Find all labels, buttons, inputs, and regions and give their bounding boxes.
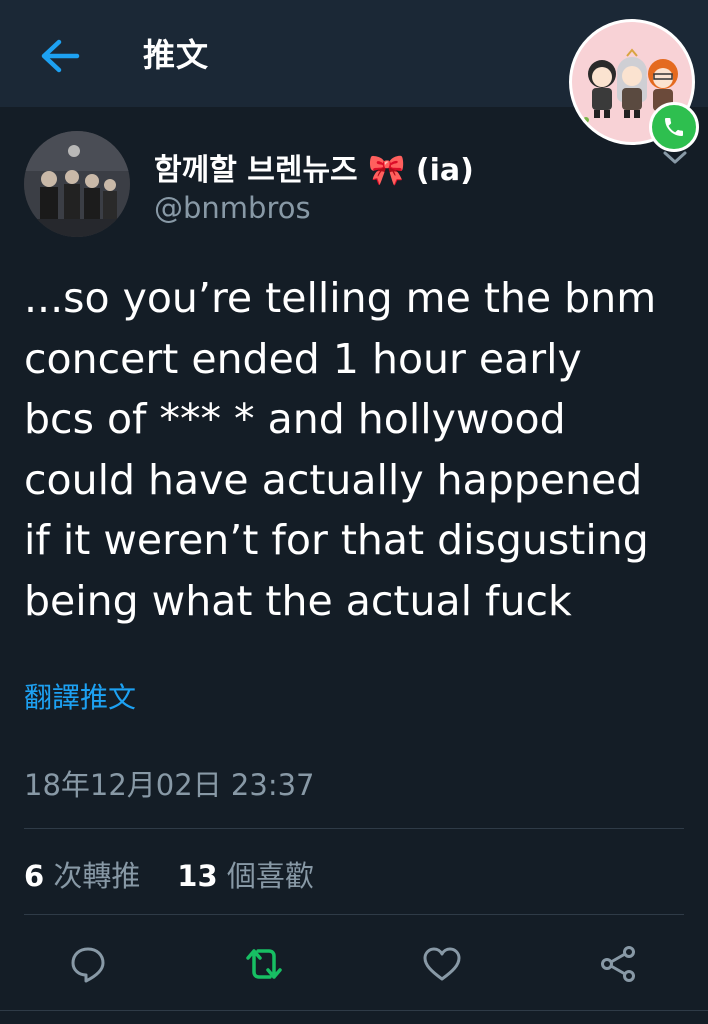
- divider: [24, 828, 684, 829]
- share-icon: [601, 946, 635, 982]
- tweet-stats: 6 次轉推 13 個喜歡: [24, 853, 314, 895]
- like-button[interactable]: [414, 936, 470, 992]
- reply-icon: [71, 947, 105, 983]
- call-badge[interactable]: [649, 102, 699, 152]
- retweet-label[interactable]: 次轉推: [53, 859, 140, 893]
- tweet-timestamp: 18年12月02日 23:37: [24, 768, 315, 802]
- retweet-count[interactable]: 6: [24, 859, 44, 893]
- like-label[interactable]: 個喜歡: [227, 859, 314, 893]
- divider: [0, 1010, 708, 1011]
- share-button[interactable]: [590, 936, 646, 992]
- arrow-left-icon: [41, 39, 80, 73]
- reply-button[interactable]: [60, 936, 116, 992]
- retweet-button[interactable]: [236, 936, 292, 992]
- heart-icon: [423, 947, 461, 981]
- back-button[interactable]: [34, 34, 86, 78]
- page-title: 推文: [143, 36, 210, 74]
- chevron-down-icon[interactable]: [660, 146, 690, 170]
- tweet-text: ...so you’re telling me the bnm concert …: [24, 274, 657, 625]
- divider: [24, 914, 684, 915]
- retweet-icon: [246, 949, 282, 979]
- author-avatar[interactable]: [24, 131, 130, 237]
- author-handle[interactable]: @bnmbros: [154, 191, 311, 225]
- tweet-detail-screen: 推文 함께할 브렌뉴즈 🎀 (ia) @bnmbros ...so you’re…: [0, 0, 708, 1024]
- like-count[interactable]: 13: [177, 859, 217, 893]
- translate-tweet-link[interactable]: 翻譯推文: [24, 676, 136, 716]
- phone-icon: [665, 118, 683, 136]
- avatar-photo: [24, 131, 130, 237]
- author-display-name[interactable]: 함께할 브렌뉴즈 🎀 (ia): [154, 145, 474, 189]
- tweet-actions: [0, 936, 708, 992]
